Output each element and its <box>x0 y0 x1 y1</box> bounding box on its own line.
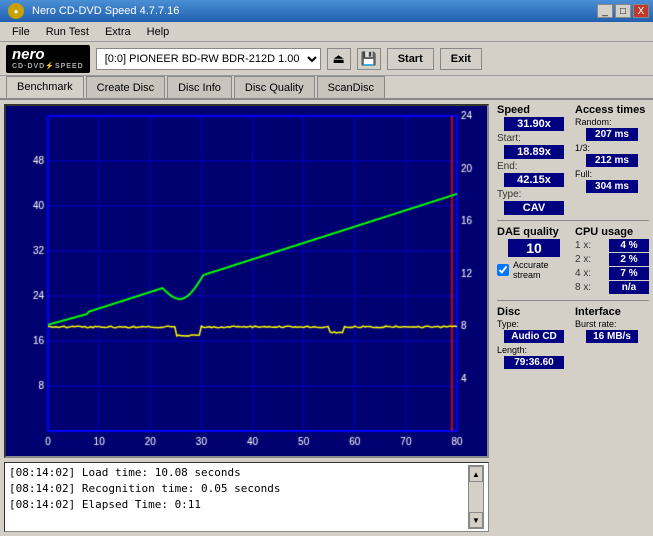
disc-label: Disc <box>497 306 571 318</box>
cpu-4x-value: 7 % <box>609 267 649 280</box>
scroll-down-button[interactable]: ▼ <box>469 512 483 528</box>
maximize-button[interactable]: □ <box>615 4 631 18</box>
minimize-button[interactable]: _ <box>597 4 613 18</box>
tab-disc-info[interactable]: Disc Info <box>167 76 232 98</box>
chart-area: [08:14:02] Load time: 10.08 seconds [08:… <box>0 100 493 536</box>
menu-file[interactable]: File <box>4 24 38 40</box>
end-value: 42.15x <box>504 173 564 187</box>
interface-label: Interface <box>575 306 649 318</box>
dae-label: DAE quality <box>497 226 571 238</box>
stats-panel: Speed 31.90x Start: 18.89x End: 42.15x T… <box>493 100 653 536</box>
log-line-1: [08:14:02] Load time: 10.08 seconds <box>9 465 466 481</box>
random-value: 207 ms <box>586 128 638 141</box>
disc-type-value: Audio CD <box>504 330 564 343</box>
nero-logo: nero CD·DVD⚡SPEED <box>6 45 90 73</box>
onethird-value: 212 ms <box>586 154 638 167</box>
cpu-8x-value: n/a <box>609 281 649 294</box>
cpu-2x-label: 2 x: <box>575 254 591 265</box>
cpu-1x-value: 4 % <box>609 239 649 252</box>
accurate-stream-row: Accuratestream <box>497 260 571 280</box>
title-bar: ● Nero CD-DVD Speed 4.7.7.16 _ □ X <box>0 0 653 22</box>
tab-create-disc[interactable]: Create Disc <box>86 76 165 98</box>
menu-bar: File Run Test Extra Help <box>0 22 653 42</box>
interface-section: Interface Burst rate: 16 MB/s <box>575 306 649 369</box>
tab-scan-disc[interactable]: ScanDisc <box>317 76 385 98</box>
speed-section: Speed 31.90x Start: 18.89x End: 42.15x T… <box>497 104 571 215</box>
accurate-stream-checkbox[interactable] <box>497 264 509 276</box>
disc-length-label: Length: <box>497 345 571 355</box>
start-label: Start: <box>497 133 521 144</box>
chart-container <box>4 104 489 458</box>
drive-selector[interactable]: [0:0] PIONEER BD-RW BDR-212D 1.00 <box>96 48 321 70</box>
full-value: 304 ms <box>586 180 638 193</box>
save-icon-button[interactable]: 💾 <box>357 48 381 70</box>
menu-extra[interactable]: Extra <box>97 24 139 40</box>
cpu-8x-label: 8 x: <box>575 282 591 293</box>
log-line-2: [08:14:02] Recognition time: 0.05 second… <box>9 481 466 497</box>
avg-value: 31.90x <box>504 117 564 131</box>
tab-disc-quality[interactable]: Disc Quality <box>234 76 315 98</box>
menu-run-test[interactable]: Run Test <box>38 24 97 40</box>
close-button[interactable]: X <box>633 4 649 18</box>
speed-label: Speed <box>497 104 571 116</box>
accurate-stream-label: Accuratestream <box>513 260 549 280</box>
cpu-4x-label: 4 x: <box>575 268 591 279</box>
disc-length-value: 79:36.60 <box>504 356 564 369</box>
type-label: Type: <box>497 189 521 200</box>
cpu-section: CPU usage 1 x: 4 % 2 x: 2 % 4 x: 7 % 8 x… <box>575 226 649 295</box>
disc-section: Disc Type: Audio CD Length: 79:36.60 <box>497 306 571 369</box>
dae-value: 10 <box>508 239 560 257</box>
end-label: End: <box>497 161 518 172</box>
eject-icon-button[interactable]: ⏏ <box>327 48 351 70</box>
full-label: Full: <box>575 169 649 179</box>
cpu-label: CPU usage <box>575 226 649 238</box>
log-scrollbar[interactable]: ▲ ▼ <box>468 465 484 529</box>
disc-type-label: Type: <box>497 319 571 329</box>
app-icon: ● <box>8 3 24 19</box>
log-text: [08:14:02] Load time: 10.08 seconds [08:… <box>9 465 466 529</box>
type-value: CAV <box>504 201 564 215</box>
title-bar-text: Nero CD-DVD Speed 4.7.7.16 <box>32 5 179 17</box>
start-value: 18.89x <box>504 145 564 159</box>
exit-button[interactable]: Exit <box>440 48 482 70</box>
tab-benchmark[interactable]: Benchmark <box>6 76 84 98</box>
access-section: Access times Random: 207 ms 1/3: 212 ms … <box>575 104 649 215</box>
burst-rate-value: 16 MB/s <box>586 330 638 343</box>
onethird-label: 1/3: <box>575 143 649 153</box>
toolbar: nero CD·DVD⚡SPEED [0:0] PIONEER BD-RW BD… <box>0 42 653 76</box>
menu-help[interactable]: Help <box>139 24 178 40</box>
burst-rate-label: Burst rate: <box>575 319 649 329</box>
scroll-up-button[interactable]: ▲ <box>469 466 483 482</box>
start-button[interactable]: Start <box>387 48 434 70</box>
access-label: Access times <box>575 104 649 116</box>
tabs-bar: Benchmark Create Disc Disc Info Disc Qua… <box>0 76 653 100</box>
dae-section: DAE quality 10 Accuratestream <box>497 226 571 295</box>
log-line-3: [08:14:02] Elapsed Time: 0:11 <box>9 497 466 513</box>
log-area: [08:14:02] Load time: 10.08 seconds [08:… <box>4 462 489 532</box>
random-label: Random: <box>575 117 649 127</box>
cpu-1x-label: 1 x: <box>575 240 591 251</box>
cpu-2x-value: 2 % <box>609 253 649 266</box>
main-content: [08:14:02] Load time: 10.08 seconds [08:… <box>0 100 653 536</box>
